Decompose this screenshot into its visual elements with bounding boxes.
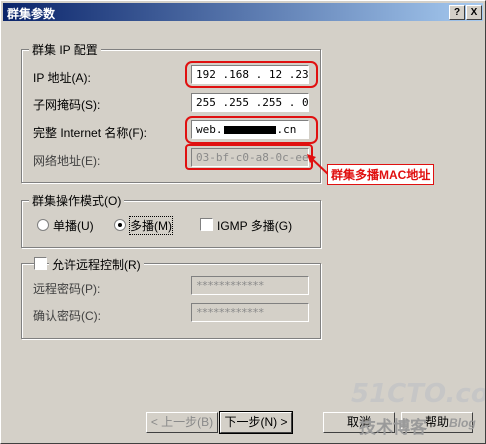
unicast-radio[interactable] <box>37 219 49 231</box>
window-title: 群集参数 <box>7 7 56 21</box>
back-button[interactable]: < 上一步(B) <box>146 412 218 433</box>
igmp-label[interactable]: IGMP 多播(G) <box>217 217 292 234</box>
igmp-checkbox[interactable] <box>200 218 213 231</box>
mac-annotation-label: 群集多播MAC地址 <box>327 164 435 185</box>
next-button[interactable]: 下一步(N) > <box>219 411 293 434</box>
radio-selected-dot <box>118 223 122 227</box>
watermark-blog: Blog <box>449 416 476 430</box>
internet-name-highlight-box <box>185 116 318 144</box>
ip-address-label: IP 地址(A): <box>33 71 91 85</box>
title-bar[interactable]: 群集参数 ? X <box>3 3 483 21</box>
dialog-window: 群集参数 ? X 群集 IP 配置 IP 地址(A): 192 .168 . 1… <box>0 0 486 444</box>
watermark-site: 51CTO.com <box>351 379 485 409</box>
remote-password-label: 远程密码(P): <box>33 282 101 296</box>
close-button[interactable]: X <box>466 5 482 20</box>
mac-highlight-box <box>185 144 313 170</box>
remote-password-field: ************ <box>191 276 309 295</box>
unicast-label[interactable]: 单播(U) <box>53 217 94 234</box>
multicast-radio[interactable] <box>114 219 126 231</box>
confirm-password-field: ************ <box>191 303 309 322</box>
internet-name-label: 完整 Internet 名称(F): <box>33 126 148 140</box>
subnet-mask-field[interactable]: 255 .255 .255 . 0 <box>191 93 309 112</box>
confirm-password-label: 确认密码(C): <box>33 309 101 323</box>
remote-control-legend[interactable]: 允许远程控制(R) <box>49 256 144 273</box>
remote-control-checkbox[interactable] <box>34 257 47 270</box>
remote-control-group <box>21 263 321 339</box>
subnet-mask-label: 子网掩码(S): <box>33 98 101 112</box>
mode-legend: 群集操作模式(O) <box>29 192 125 209</box>
network-address-label: 网络地址(E): <box>33 154 101 168</box>
help-button[interactable]: ? <box>449 5 465 20</box>
multicast-label[interactable]: 多播(M) <box>129 216 173 235</box>
ip-config-legend: 群集 IP 配置 <box>29 41 101 58</box>
ip-highlight-box <box>185 61 318 88</box>
watermark-sub: 技术博客 <box>359 418 427 437</box>
